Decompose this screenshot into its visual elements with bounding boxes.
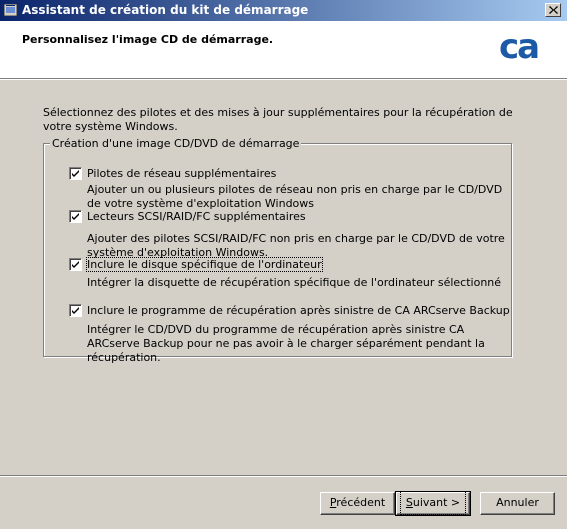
wizard-app-icon: [4, 4, 17, 16]
scsi-drivers-checkbox[interactable]: [69, 210, 82, 223]
wizard-window: Assistant de création du kit de démarrag…: [0, 0, 567, 529]
network-drivers-label[interactable]: Pilotes de réseau supplémentaires: [87, 167, 276, 180]
header-divider: [0, 79, 567, 80]
network-drivers-description: Ajouter un ou plusieurs pilotes de résea…: [87, 183, 503, 210]
network-drivers-checkbox[interactable]: [69, 167, 82, 180]
cancel-button[interactable]: Annuler: [480, 492, 555, 515]
checkmark-icon: [72, 307, 79, 314]
checkmark-icon: [72, 261, 79, 268]
svg-text:ca: ca: [499, 28, 538, 66]
back-button[interactable]: Précédent: [320, 492, 395, 515]
footer-divider-highlight: [0, 476, 567, 477]
window-title: Assistant de création du kit de démarrag…: [22, 3, 309, 17]
option-scsi-drivers[interactable]: Lecteurs SCSI/RAID/FC supplémentaires: [69, 210, 306, 224]
option-network-drivers[interactable]: Pilotes de réseau supplémentaires: [69, 167, 276, 181]
ca-logo: ca: [499, 28, 540, 66]
page-title: Personnalisez l'image CD de démarrage.: [22, 33, 274, 46]
close-button[interactable]: [545, 3, 561, 17]
option-dr-program[interactable]: Inclure le programme de récupération apr…: [69, 304, 510, 318]
machine-disk-checkbox[interactable]: [69, 258, 82, 271]
intro-text: Sélectionnez des pilotes et des mises à …: [43, 106, 513, 133]
next-button[interactable]: Suivant >: [395, 491, 471, 516]
machine-disk-description: Intégrer la disquette de récupération sp…: [87, 276, 502, 289]
dr-program-checkbox[interactable]: [69, 304, 82, 317]
option-machine-disk[interactable]: Inclure le disque spécifique de l'ordina…: [69, 257, 323, 272]
scsi-drivers-description: Ajouter des pilotes SCSI/RAID/FC non pri…: [87, 232, 505, 259]
groupbox-title: Création d'une image CD/DVD de démarrage: [50, 137, 302, 150]
title-bar[interactable]: Assistant de création du kit de démarrag…: [0, 0, 567, 21]
dr-program-description: Intégrer le CD/DVD du programme de récup…: [87, 323, 485, 364]
machine-disk-label[interactable]: Inclure le disque spécifique de l'ordina…: [86, 257, 323, 272]
checkmark-icon: [72, 170, 79, 177]
wizard-header: Personnalisez l'image CD de démarrage. c…: [0, 21, 567, 79]
scsi-drivers-label[interactable]: Lecteurs SCSI/RAID/FC supplémentaires: [87, 210, 306, 223]
close-icon: [549, 6, 558, 14]
dr-program-label[interactable]: Inclure le programme de récupération apr…: [87, 304, 510, 317]
checkmark-icon: [72, 213, 79, 220]
